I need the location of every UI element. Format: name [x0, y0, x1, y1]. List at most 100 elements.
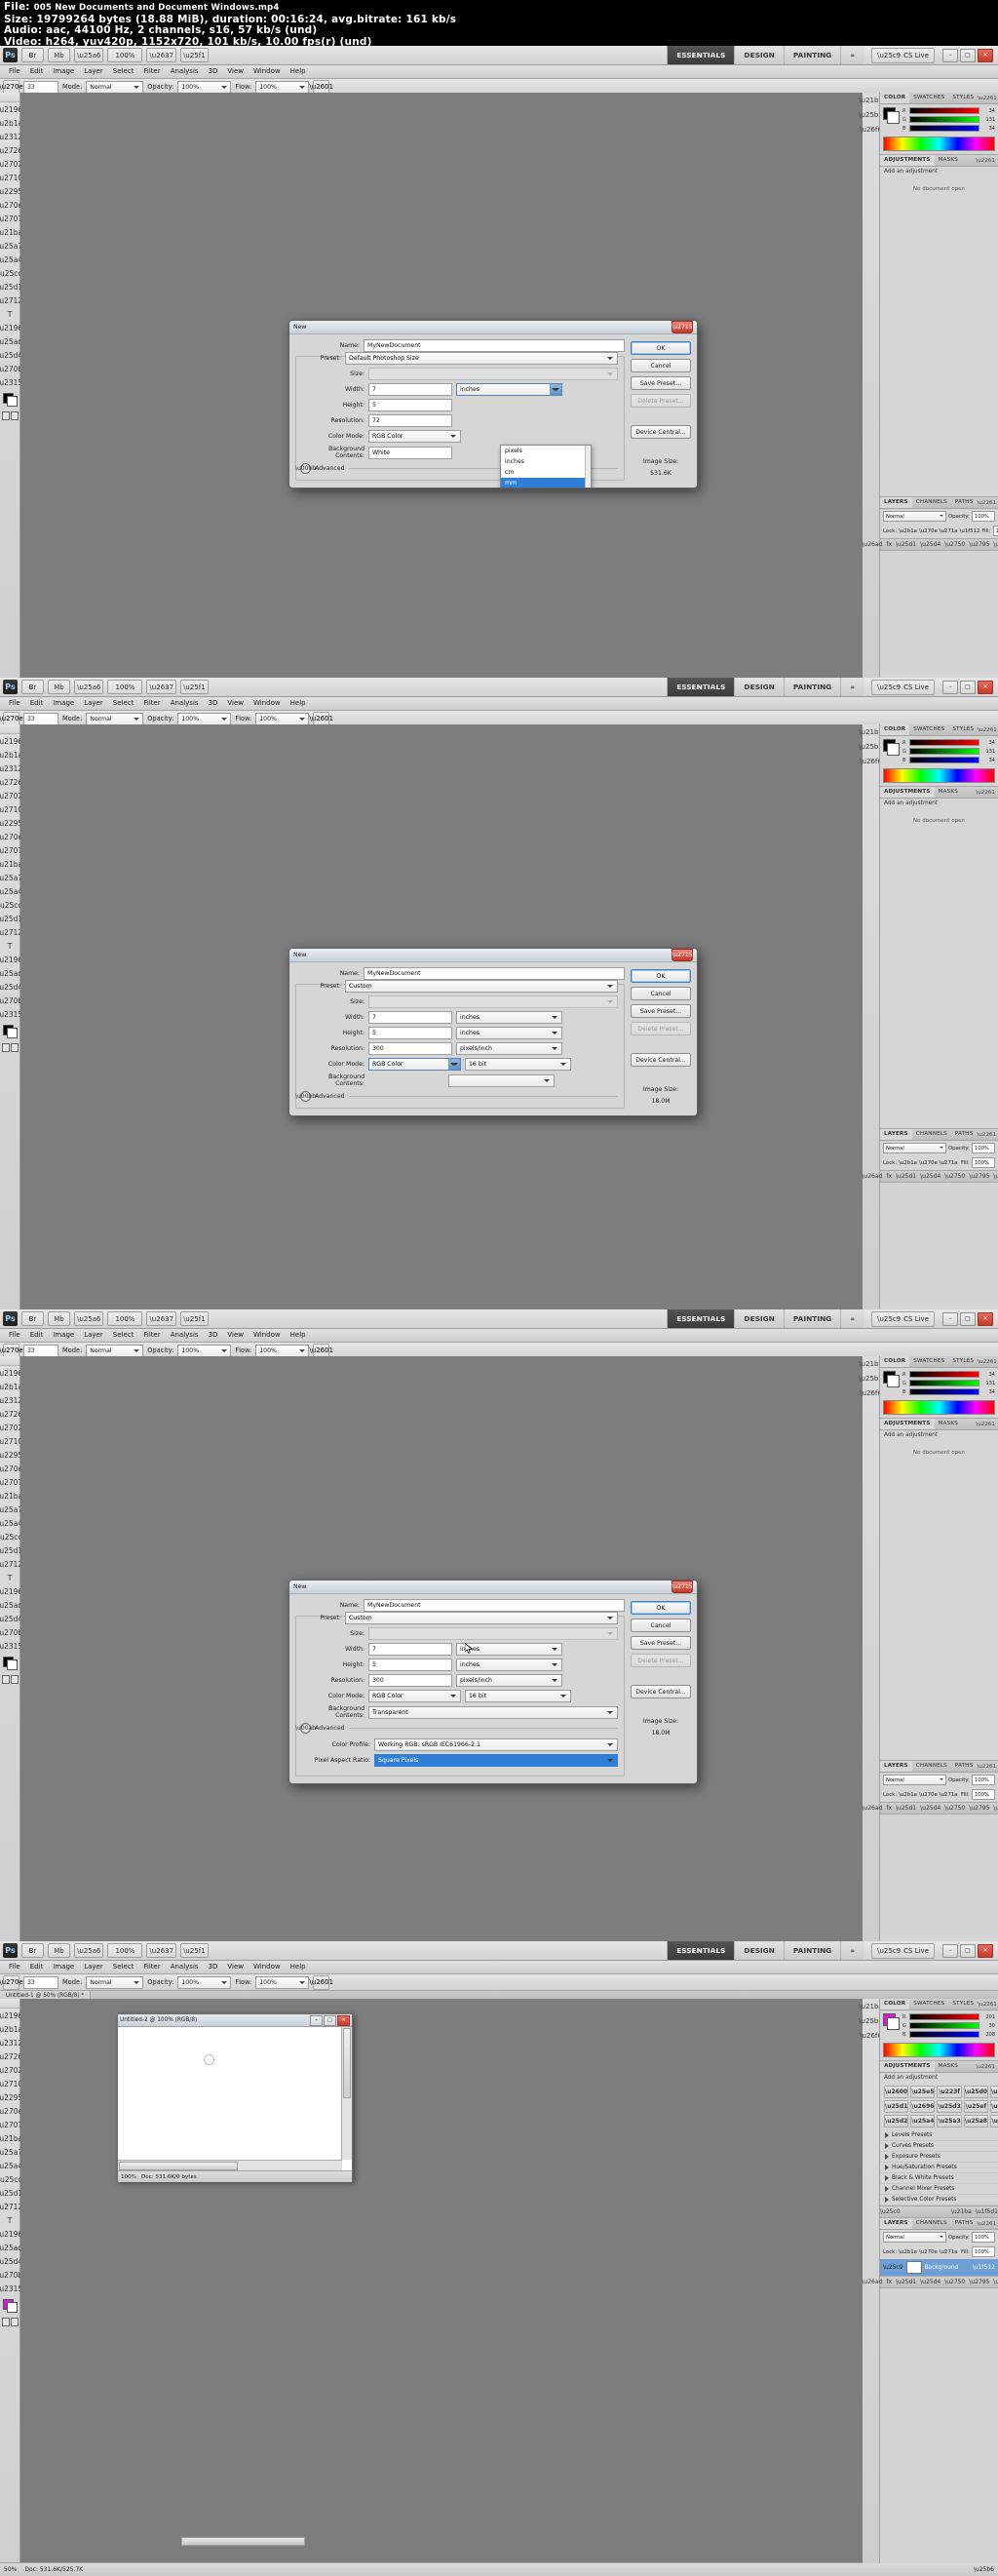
menu-view-2[interactable]: View [222, 697, 249, 710]
lock-image-icon-3[interactable]: \u270e [919, 1792, 938, 1798]
tool-clone-stamp-2[interactable]: \u2707 [0, 843, 22, 857]
tool-lasso[interactable]: \u2312 [0, 130, 22, 143]
new-document-dialog-3[interactable]: New \u2715 Name: MyNewDocument Preset: C… [288, 1580, 698, 1784]
maximize-button-3[interactable]: □ [960, 1311, 976, 1326]
menu-analysis-4[interactable]: Analysis [166, 1961, 204, 1973]
lock-position-icon-4[interactable]: \u271a [940, 2249, 958, 2255]
menu-image-2[interactable]: Image [48, 697, 79, 710]
tab-swatches-4[interactable]: SWATCHES [909, 1999, 948, 2010]
tool-hand-2[interactable]: \u270b [0, 994, 22, 1007]
tab-layers[interactable]: LAYERS [880, 497, 912, 508]
menu-analysis-2[interactable]: Analysis [166, 697, 204, 710]
tool-gradient-4[interactable]: \u25a4 [0, 2159, 22, 2172]
maximize-button-2[interactable]: □ [960, 680, 976, 694]
menu-filter-3[interactable]: Filter [138, 1329, 165, 1342]
document-window[interactable]: Untitled-2 @ 100% (RGB/8) – □ ✕ 100% Doc… [117, 2013, 353, 2182]
tool-eyedropper-4[interactable]: \u2710 [0, 2077, 22, 2090]
preset-exposure[interactable]: Exposure Presets [880, 2152, 998, 2163]
color-swatches-4[interactable] [2, 2299, 18, 2313]
canvas-area-4[interactable]: Untitled-2 @ 100% (RGB/8) – □ ✕ 100% Doc… [20, 1999, 879, 2563]
tab-adjustments-2[interactable]: ADJUSTMENTS [880, 787, 935, 798]
tab-layers-2[interactable]: LAYERS [880, 1129, 912, 1140]
color-bg-chip[interactable] [887, 111, 900, 124]
resolution-input-3[interactable]: 300 [368, 1674, 452, 1687]
tab-color-3[interactable]: COLOR [880, 1356, 910, 1367]
layer-blend-mode-select-2[interactable]: Normal [883, 1143, 946, 1153]
channel-track-r-2[interactable] [909, 739, 979, 746]
tool-lasso-4[interactable]: \u2312 [0, 2036, 22, 2049]
tool-path-select-2[interactable]: \u2196 [0, 953, 22, 966]
units-dropdown-list[interactable]: pixels inches cm mm points picas columns [500, 445, 592, 488]
tool-quick-select[interactable]: \u2726 [0, 143, 22, 157]
blend-mode-select[interactable]: Normal [86, 80, 144, 94]
workspace-painting[interactable]: PAINTING [783, 46, 841, 64]
tool-blur[interactable]: \u25cc [0, 266, 22, 280]
tab-channels[interactable]: CHANNELS [912, 497, 951, 508]
tool-clone-stamp[interactable]: \u2707 [0, 212, 22, 225]
color-slider-g-2[interactable]: G 131 [902, 748, 995, 755]
channel-track-g-3[interactable] [909, 1380, 979, 1386]
quick-mask-toggle-2[interactable] [0, 1042, 19, 1053]
history-panel-icon-3[interactable]: \u21ba [859, 1356, 882, 1371]
workspace-more-4[interactable]: » [840, 1941, 864, 1960]
advanced-toggle-2[interactable]: \u00bb Advanced [295, 1091, 618, 1102]
tool-hand[interactable]: \u270b [0, 362, 22, 375]
tab-adjustments-3[interactable]: ADJUSTMENTS [880, 1419, 935, 1429]
tool-hand-4[interactable]: \u270b [0, 2268, 22, 2282]
tool-history-brush-2[interactable]: \u21ba [0, 857, 22, 871]
lock-transparent-icon-2[interactable]: \u2b1a [899, 1160, 917, 1166]
tool-dodge-4[interactable]: \u25d1 [0, 2186, 22, 2200]
tool-history-brush[interactable]: \u21ba [0, 225, 22, 239]
dialog-close-button[interactable]: \u2715 [672, 321, 693, 333]
zoom-level-selector-2[interactable]: 100% [107, 680, 143, 694]
tool-quick-select-3[interactable]: \u2726 [0, 1407, 22, 1421]
menu-file-4[interactable]: File [4, 1961, 25, 1973]
adjustment-layer-icon-4[interactable]: \u25d4 [920, 2279, 940, 2285]
menu-help-4[interactable]: Help [286, 1961, 311, 1973]
tab-channels-3[interactable]: CHANNELS [912, 1761, 951, 1772]
adjustment-layer-icon-3[interactable]: \u25d4 [920, 1805, 940, 1812]
tool-type-2[interactable]: T [0, 939, 19, 953]
blend-mode-select-3[interactable]: Normal [86, 1344, 144, 1357]
background-color-swatch-3[interactable] [6, 1659, 18, 1670]
canvas-scroll-thumb[interactable] [181, 2537, 305, 2546]
zoom-level-selector-3[interactable]: 100% [107, 1311, 143, 1326]
exposure-icon[interactable]: \u25d0 [963, 2086, 989, 2098]
name-input[interactable]: MyNewDocument [364, 339, 625, 352]
workspace-more-3[interactable]: » [840, 1309, 864, 1328]
tab-paths-2[interactable]: PATHS [951, 1129, 978, 1140]
bridge-icon[interactable]: Br [21, 48, 44, 62]
channel-track-g-4[interactable] [909, 2022, 979, 2029]
menu-filter-2[interactable]: Filter [138, 697, 165, 710]
new-group-icon-3[interactable]: \u2750 [944, 1805, 965, 1812]
channel-mixer-icon[interactable]: \u2637 [990, 2100, 998, 2113]
lock-transparent-icon-3[interactable]: \u2b1a [899, 1792, 917, 1798]
cs-live-button[interactable]: \u25c9 CS Live [871, 47, 935, 63]
lock-image-icon[interactable]: \u270e [919, 528, 938, 534]
doc-close-button[interactable]: ✕ [337, 2014, 350, 2026]
color-balance-icon[interactable]: \u2696 [910, 2100, 936, 2113]
menu-window-3[interactable]: Window [249, 1329, 286, 1342]
resolution-unit-select-3[interactable]: pixels/inch [456, 1674, 562, 1687]
tool-zoom-2[interactable]: \u2315 [0, 1007, 22, 1021]
screen-mode-icon[interactable]: \u25f1 [180, 48, 209, 62]
color-swatches-2[interactable] [2, 1025, 18, 1038]
color-slider-r[interactable]: R 34 [902, 107, 995, 114]
channel-track-r-4[interactable] [909, 2013, 979, 2020]
colormode-select[interactable]: RGB Color [368, 430, 461, 443]
workspace-more[interactable]: » [840, 46, 864, 64]
tab-color-2[interactable]: COLOR [880, 724, 910, 735]
tab-color-4[interactable]: COLOR [880, 1999, 910, 2010]
channel-track-r-3[interactable] [909, 1371, 979, 1378]
actions-panel-icon-4[interactable]: \u25b6 [859, 2013, 883, 2028]
brush-size-field-2[interactable]: 33 [23, 712, 58, 725]
preset-channel-mixer[interactable]: Channel Mixer Presets [880, 2184, 998, 2195]
curves-icon[interactable]: \u223f [937, 2086, 962, 2098]
view-extras-icon-2[interactable]: \u25a6 [74, 680, 104, 694]
tool-move-3[interactable]: \u2196 [0, 1366, 22, 1380]
delete-layer-icon-3[interactable]: \u1f5d1 [993, 1805, 998, 1812]
tool-healing-2[interactable]: \u2295 [0, 816, 22, 830]
cancel-button[interactable]: Cancel [631, 359, 691, 372]
pixelaspect-select-3[interactable]: Square Pixels [374, 1754, 618, 1767]
tab-paths-3[interactable]: PATHS [951, 1761, 978, 1772]
